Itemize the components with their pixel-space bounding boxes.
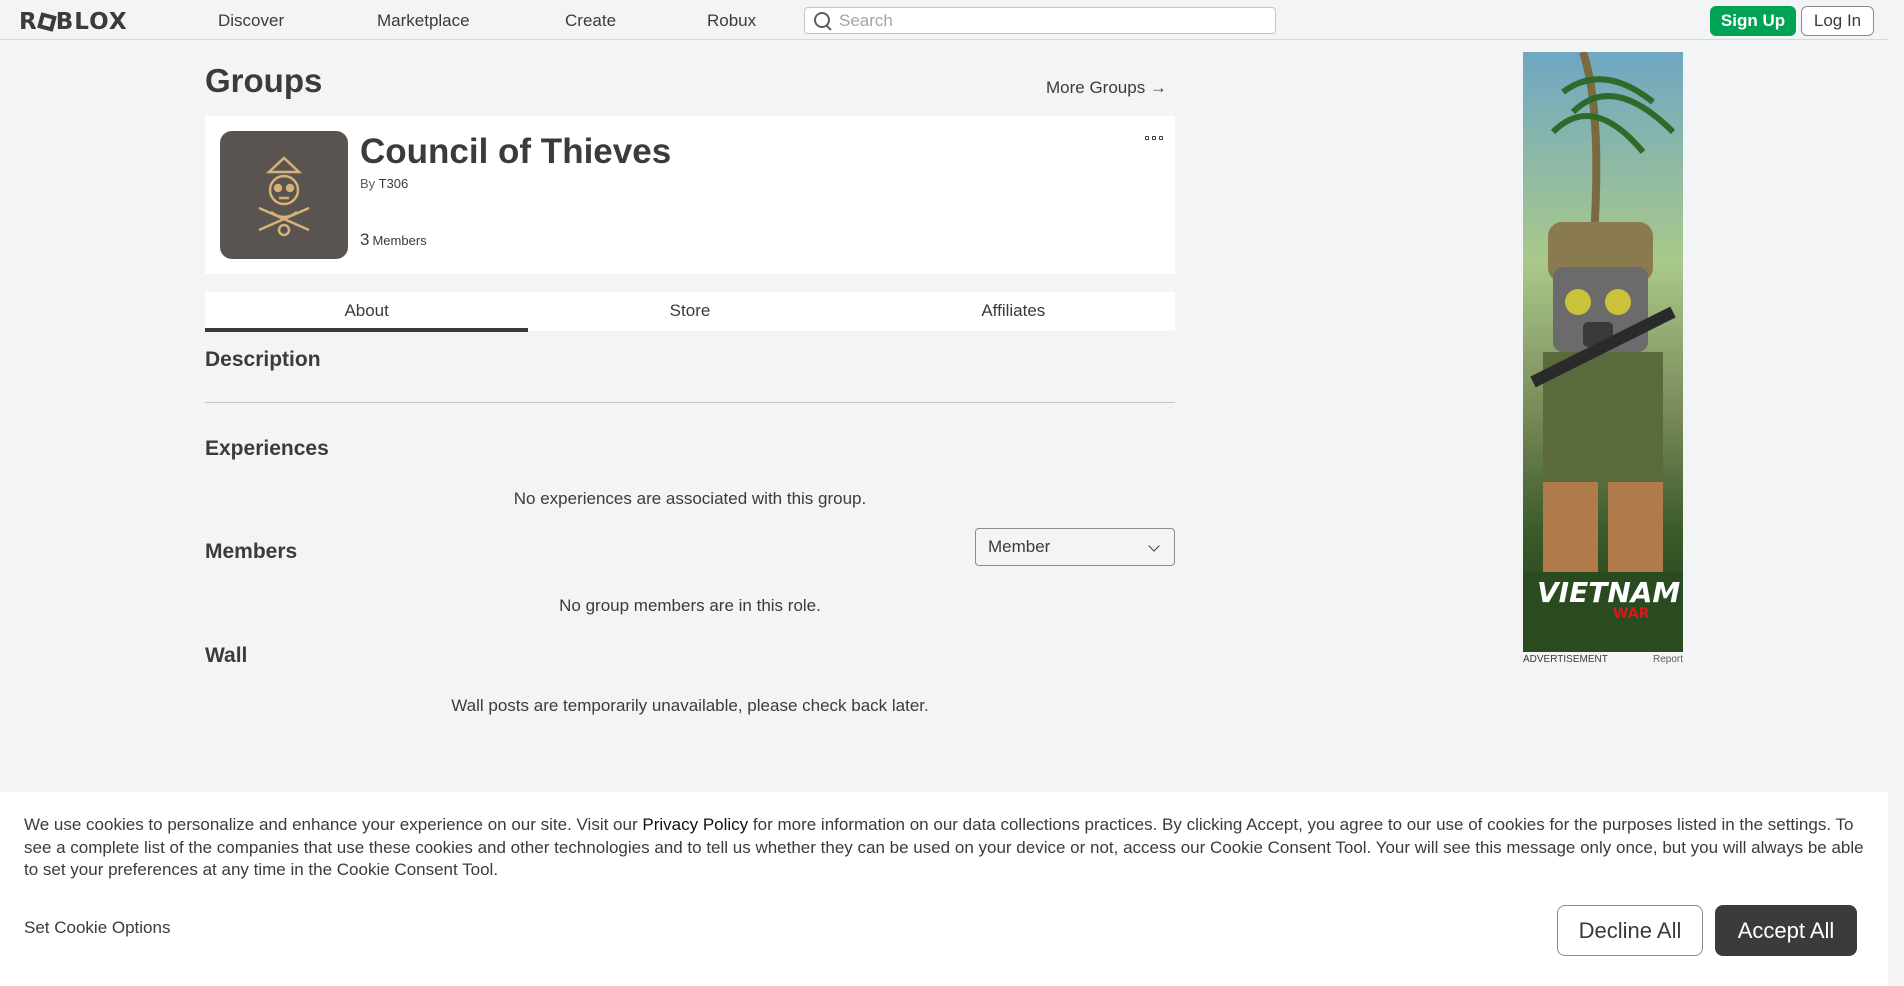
- ad-footer: ADVERTISEMENT Report: [1523, 654, 1683, 665]
- chevron-down-icon: [1148, 540, 1160, 552]
- members-heading: Members: [205, 540, 298, 563]
- privacy-policy-link[interactable]: Privacy Policy: [642, 815, 748, 834]
- top-navigation: R BLOX Discover Marketplace Create Robux …: [0, 0, 1904, 40]
- role-select-dropdown[interactable]: Member: [975, 528, 1175, 566]
- advertisement-label: ADVERTISEMENT: [1523, 654, 1608, 665]
- nav-discover[interactable]: Discover: [218, 11, 284, 31]
- nav-robux[interactable]: Robux: [707, 11, 756, 31]
- set-cookie-options-link[interactable]: Set Cookie Options: [24, 918, 170, 938]
- description-heading: Description: [205, 348, 321, 371]
- wall-unavailable-message: Wall posts are temporarily unavailable, …: [451, 696, 929, 715]
- members-empty-message: No group members are in this role.: [559, 596, 821, 615]
- skull-crest-icon: [258, 156, 310, 237]
- by-prefix: By: [360, 176, 376, 191]
- search-box[interactable]: [804, 7, 1276, 34]
- more-options-icon[interactable]: [1145, 136, 1163, 144]
- group-emblem-image: [220, 131, 348, 259]
- group-tabs: About Store Affiliates: [205, 292, 1175, 332]
- nav-create[interactable]: Create: [565, 11, 616, 31]
- ad-title-text: VIETNAM: [1537, 576, 1680, 609]
- log-in-button[interactable]: Log In: [1801, 6, 1874, 36]
- member-count-value: 3: [360, 230, 370, 249]
- group-owner-link[interactable]: T306: [379, 176, 409, 191]
- tab-affiliates[interactable]: Affiliates: [852, 292, 1175, 331]
- page-scrollbar[interactable]: [1888, 0, 1904, 986]
- cookie-consent-banner: We use cookies to personalize and enhanc…: [0, 792, 1888, 986]
- tab-store[interactable]: Store: [528, 292, 851, 331]
- search-input[interactable]: [839, 10, 1259, 31]
- wall-heading: Wall: [205, 644, 248, 667]
- cookie-text-before: We use cookies to personalize and enhanc…: [24, 815, 643, 834]
- ad-subtitle-text: WAR: [1613, 606, 1650, 622]
- member-count-label: Members: [372, 233, 427, 248]
- member-count: 3 Members: [360, 230, 427, 250]
- nav-marketplace[interactable]: Marketplace: [377, 11, 470, 31]
- group-owner-line: By T306: [360, 176, 408, 191]
- experiences-heading: Experiences: [205, 437, 329, 460]
- page-title: Groups: [205, 62, 323, 99]
- experiences-empty-message: No experiences are associated with this …: [513, 489, 867, 508]
- accept-all-button[interactable]: Accept All: [1715, 905, 1857, 956]
- advertisement-banner[interactable]: VIETNAM WAR: [1523, 52, 1683, 652]
- role-select-value: Member: [988, 537, 1051, 556]
- ad-artwork-image: VIETNAM WAR: [1523, 52, 1683, 652]
- sign-up-button[interactable]: Sign Up: [1710, 6, 1796, 36]
- group-name: Council of Thieves: [360, 132, 672, 171]
- cookie-message: We use cookies to personalize and enhanc…: [24, 814, 1874, 882]
- tab-about[interactable]: About: [205, 292, 529, 332]
- search-icon: [813, 11, 833, 31]
- more-groups-link[interactable]: More Groups →: [1046, 78, 1167, 98]
- decline-all-button[interactable]: Decline All: [1557, 905, 1703, 956]
- group-header-card: Council of Thieves By T306 3 Members: [205, 116, 1175, 274]
- report-ad-link[interactable]: Report: [1653, 654, 1683, 665]
- section-divider: [205, 402, 1175, 403]
- roblox-logo[interactable]: R BLOX: [19, 9, 128, 35]
